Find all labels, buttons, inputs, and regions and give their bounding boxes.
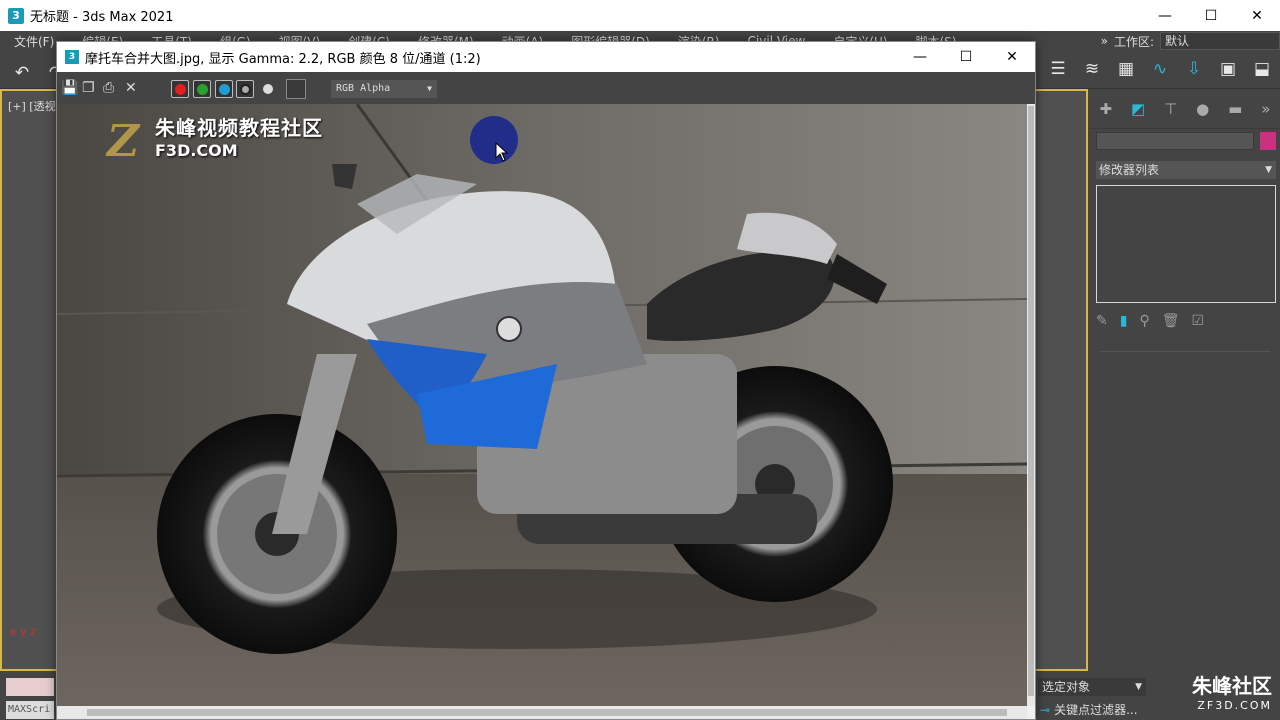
chevron-down-icon: ▼ [427,84,432,93]
green-channel-icon [196,83,208,95]
workspace-label: 工作区: [1113,34,1154,49]
scene-explorer-icon[interactable]: ☰ [1044,55,1072,83]
blue-channel-toggle[interactable] [215,80,233,98]
material-editor-icon[interactable]: ▣ [1214,55,1242,83]
modifier-list-label: 修改器列表 [1099,163,1160,177]
close-button[interactable]: ✕ [1234,0,1280,31]
object-name-field[interactable] [1096,132,1254,150]
rendered-image[interactable]: Z 朱峰视频教程社区 F3D.COM [57,104,1027,706]
create-tab-icon[interactable]: ✚ [1099,100,1112,118]
workspace-expand-icon[interactable]: » [1101,34,1108,48]
maximize-button[interactable]: ☐ [943,42,989,72]
command-panel: ✚ ◩ ⊤ ● ▬ » 修改器列表 ▼ ✎ ▮ ⚲ 🗑 ☑ [1090,89,1280,671]
command-panel-tabs: ✚ ◩ ⊤ ● ▬ » [1090,89,1280,129]
display-tab-icon[interactable]: ▬ [1228,100,1242,118]
hierarchy-tab-icon[interactable]: ⊤ [1164,100,1177,118]
alpha-channel-toggle[interactable] [236,80,254,98]
watermark-logo: Z [107,116,140,167]
make-unique-icon[interactable]: ⚲ [1139,313,1149,329]
cursor-highlight [470,116,518,164]
workspace-dropdown[interactable]: 默认 [1160,32,1280,50]
modifier-list-dropdown[interactable]: 修改器列表 ▼ [1096,161,1276,179]
alpha-channel-icon [239,83,251,95]
more-tabs-icon[interactable]: » [1261,100,1270,118]
app-title: 无标题 - 3ds Max 2021 [30,10,174,25]
corner-watermark: 朱峰社区 ZF3D.COM [1192,676,1272,716]
pixel-color-swatch[interactable] [286,79,306,99]
scrollbar-thumb[interactable] [87,709,1007,716]
save-image-icon[interactable]: 💾 [61,80,78,96]
modify-tab-icon[interactable]: ◩ [1131,100,1145,118]
mouse-cursor-icon [495,142,509,162]
undo-icon[interactable]: ↶ [8,59,36,87]
app-titlebar: 3 无标题 - 3ds Max 2021 — ☐ ✕ [0,0,1280,31]
monochrome-icon[interactable] [263,84,273,94]
chevron-down-icon: ▼ [1265,165,1272,175]
show-end-result-icon[interactable]: ▮ [1120,313,1128,329]
frame-window-titlebar[interactable]: 3 摩托车合并大图.jpg, 显示 Gamma: 2.2, RGB 颜色 8 位… [57,42,1035,72]
modifier-stack-tools: ✎ ▮ ⚲ 🗑 ☑ [1096,313,1276,329]
workspace-selector: » 工作区: 默认 [1101,31,1280,51]
close-button[interactable]: ✕ [989,42,1035,72]
watermark-title: 朱峰视频教程社区 [155,116,323,140]
layer-explorer-icon[interactable]: ≋ [1078,55,1106,83]
maximize-button[interactable]: ☐ [1188,0,1234,31]
modifier-stack[interactable] [1096,185,1276,303]
curve-editor-icon[interactable]: ∿ [1146,55,1174,83]
print-image-icon[interactable]: ⎙ [103,80,114,96]
horizontal-scrollbar[interactable] [57,706,1027,719]
watermark-subtitle: F3D.COM [155,141,238,160]
display-channel-label: RGB Alpha [336,83,391,94]
3dsmax-app-icon: 3 [8,7,24,24]
frame-window-controls: — ☐ ✕ [897,42,1035,72]
selection-set-label: 选定对象 [1042,680,1091,694]
motorcycle-render-image [57,104,1027,706]
viewport-label[interactable]: [+] [透视 [8,98,56,114]
3dsmax-app-icon: 3 [65,50,79,64]
window-controls: — ☐ ✕ [1142,0,1280,31]
object-color-swatch[interactable] [1260,132,1276,150]
configure-modifier-sets-icon[interactable]: ☑ [1192,313,1205,329]
scrollbar-thumb[interactable] [1028,106,1034,696]
toggle-ribbon-icon[interactable]: ▦ [1112,55,1140,83]
red-channel-toggle[interactable] [171,80,189,98]
key-icon: ⊸ [1040,702,1051,717]
blue-channel-icon [218,83,230,95]
panel-divider [1100,351,1270,352]
video-watermark: Z 朱峰视频教程社区 F3D.COM [107,112,323,167]
schematic-view-icon[interactable]: ⇩ [1180,55,1208,83]
frame-window-toolbar: 💾 ❐ ⎙ ✕ RGB Alpha ▼ [57,72,1035,104]
motion-tab-icon[interactable]: ● [1196,100,1209,118]
key-filters[interactable]: ⊸ 关键点过滤器... [1040,701,1138,718]
remove-modifier-icon[interactable]: 🗑 [1162,313,1180,329]
copy-image-icon[interactable]: ❐ [82,80,95,96]
render-setup-icon[interactable]: ⬓ [1248,55,1276,83]
chevron-down-icon: ▼ [1135,682,1142,692]
clear-image-icon[interactable]: ✕ [125,80,137,96]
corner-watermark-title: 朱峰社区 [1192,674,1272,698]
minimize-button[interactable]: — [1142,0,1188,31]
vertical-scrollbar[interactable] [1027,104,1035,706]
pin-stack-icon[interactable]: ✎ [1096,313,1108,329]
selection-set-dropdown[interactable]: 选定对象 ▼ [1038,678,1146,696]
maxscript-listener[interactable] [6,678,54,696]
minimize-button[interactable]: — [897,42,943,72]
frame-window-title: 摩托车合并大图.jpg, 显示 Gamma: 2.2, RGB 颜色 8 位/通… [85,51,481,67]
rendered-frame-window: 3 摩托车合并大图.jpg, 显示 Gamma: 2.2, RGB 颜色 8 位… [56,41,1036,720]
maxscript-mini-listener[interactable]: MAXScri [6,701,54,719]
green-channel-toggle[interactable] [193,80,211,98]
red-channel-icon [174,83,186,95]
corner-watermark-sub: ZF3D.COM [1197,699,1272,712]
display-channel-dropdown[interactable]: RGB Alpha ▼ [331,80,437,98]
key-filters-label[interactable]: 关键点过滤器... [1054,701,1137,718]
axis-tripod-icon: x y z [10,625,36,638]
